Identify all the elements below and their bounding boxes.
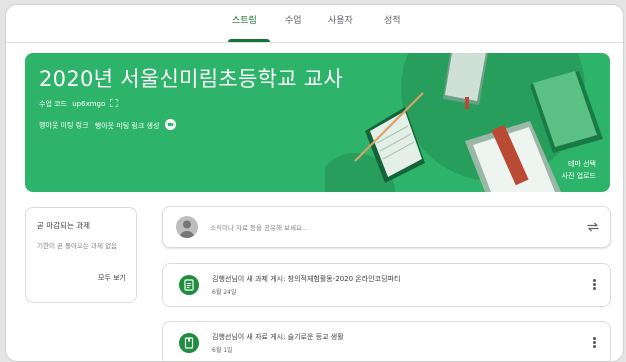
class-banner: 2020년 서울신미림초등학교 교사 수업 코드 up6xmgo 행아웃 미팅 … <box>25 53 610 192</box>
stream-item[interactable]: 김행선님이 새 자료 게시: 슬기로운 등교 생활 6월 1일 <box>162 321 611 361</box>
meet-video-icon[interactable] <box>164 119 176 132</box>
class-title: 2020년 서울신미림초등학교 교사 <box>39 67 344 91</box>
more-options-icon[interactable] <box>593 337 596 349</box>
classroom-window: 스트림 수업 사용자 성적 2020년 서울신미림초등학교 교사 수업 코드 u… <box>5 4 624 362</box>
stream-item[interactable]: 김행선님이 새 과제 게시: 창의적체험활동-2020 온라인코딩파티 6월 2… <box>162 263 611 307</box>
meet-link-label: 행아웃 미팅 링크 <box>39 121 89 130</box>
class-code-value: up6xmgo <box>72 100 106 108</box>
tab-grades[interactable]: 성적 <box>384 13 401 26</box>
class-code-label: 수업 코드 <box>39 100 67 108</box>
stream-item-date: 6월 1일 <box>212 347 233 354</box>
share-box[interactable]: 소식이나 자료 등을 공유해 보세요... <box>162 206 611 248</box>
upcoming-title: 곧 마감되는 과제 <box>37 221 91 230</box>
view-all-link[interactable]: 모두 보기 <box>98 273 126 283</box>
top-navbar: 스트림 수업 사용자 성적 <box>6 5 623 43</box>
meet-link-row: 행아웃 미팅 링크 행아웃 미팅 링크 생성 <box>39 119 176 132</box>
theme-select-link[interactable]: 테마 선택 <box>568 159 596 169</box>
active-tab-indicator <box>228 39 270 42</box>
avatar <box>176 216 198 238</box>
tab-people[interactable]: 사용자 <box>328 13 353 26</box>
repost-icon[interactable] <box>586 219 600 238</box>
stream-item-title[interactable]: 김행선님이 새 자료 게시: 슬기로운 등교 생활 <box>212 332 344 342</box>
assignment-icon <box>179 275 199 295</box>
share-placeholder[interactable]: 소식이나 자료 등을 공유해 보세요... <box>210 222 308 232</box>
upload-photo-link[interactable]: 사진 업로드 <box>562 171 596 181</box>
upcoming-empty-text: 기한이 곧 돌아오는 과제 없음 <box>37 242 118 250</box>
tab-stream[interactable]: 스트림 <box>232 13 257 26</box>
stream-item-date: 6월 24일 <box>212 289 237 296</box>
more-options-icon[interactable] <box>593 279 596 291</box>
class-code-row: 수업 코드 up6xmgo <box>39 98 118 109</box>
meet-link-create[interactable]: 행아웃 미팅 링크 생성 <box>95 122 160 130</box>
tab-classwork[interactable]: 수업 <box>285 13 302 26</box>
upcoming-card: 곧 마감되는 과제 기한이 곧 돌아오는 과제 없음 모두 보기 <box>25 207 137 303</box>
material-icon <box>179 333 199 353</box>
stream-item-title[interactable]: 김행선님이 새 과제 게시: 창의적체험활동-2020 온라인코딩파티 <box>212 274 400 284</box>
fullscreen-icon[interactable] <box>109 98 118 109</box>
